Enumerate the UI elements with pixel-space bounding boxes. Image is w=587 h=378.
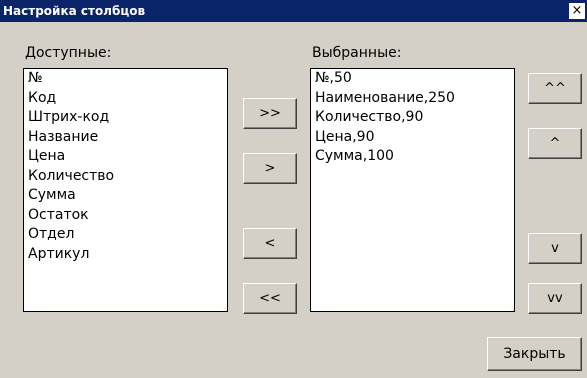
move-top-button[interactable]: ^^	[528, 73, 582, 104]
list-item[interactable]: Артикул	[24, 245, 227, 265]
list-item[interactable]: Код	[24, 89, 227, 109]
available-list[interactable]: № Код Штрих-код Название Цена Количество…	[23, 68, 228, 312]
selected-list[interactable]: №,50 Наименование,250 Количество,90 Цена…	[310, 68, 515, 312]
add-button[interactable]: >	[243, 153, 297, 184]
selected-label: Выбранные:	[312, 45, 402, 61]
close-icon[interactable]: ×	[569, 3, 585, 19]
list-item[interactable]: Цена,90	[311, 128, 514, 148]
list-item[interactable]: Количество	[24, 167, 227, 187]
list-item[interactable]: Отдел	[24, 225, 227, 245]
title-bar: Настройка столбцов ×	[0, 0, 587, 22]
list-item[interactable]: Сумма	[24, 186, 227, 206]
list-item[interactable]: №,50	[311, 69, 514, 89]
list-item[interactable]: Цена	[24, 147, 227, 167]
list-item[interactable]: Остаток	[24, 206, 227, 226]
move-bottom-button[interactable]: vv	[528, 283, 582, 314]
list-item[interactable]: №	[24, 69, 227, 89]
remove-button[interactable]: <	[243, 228, 297, 259]
move-down-button[interactable]: v	[528, 233, 582, 264]
add-all-button[interactable]: >>	[243, 98, 297, 129]
available-label: Доступные:	[25, 45, 112, 61]
window-title: Настройка столбцов	[3, 4, 146, 18]
list-item[interactable]: Количество,90	[311, 108, 514, 128]
list-item[interactable]: Название	[24, 128, 227, 148]
list-item[interactable]: Штрих-код	[24, 108, 227, 128]
column-settings-dialog: Настройка столбцов × Доступные: Выбранны…	[0, 0, 587, 378]
list-item[interactable]: Сумма,100	[311, 147, 514, 167]
remove-all-button[interactable]: <<	[243, 283, 297, 314]
close-button[interactable]: Закрыть	[487, 337, 582, 371]
list-item[interactable]: Наименование,250	[311, 89, 514, 109]
move-up-button[interactable]: ^	[528, 128, 582, 159]
